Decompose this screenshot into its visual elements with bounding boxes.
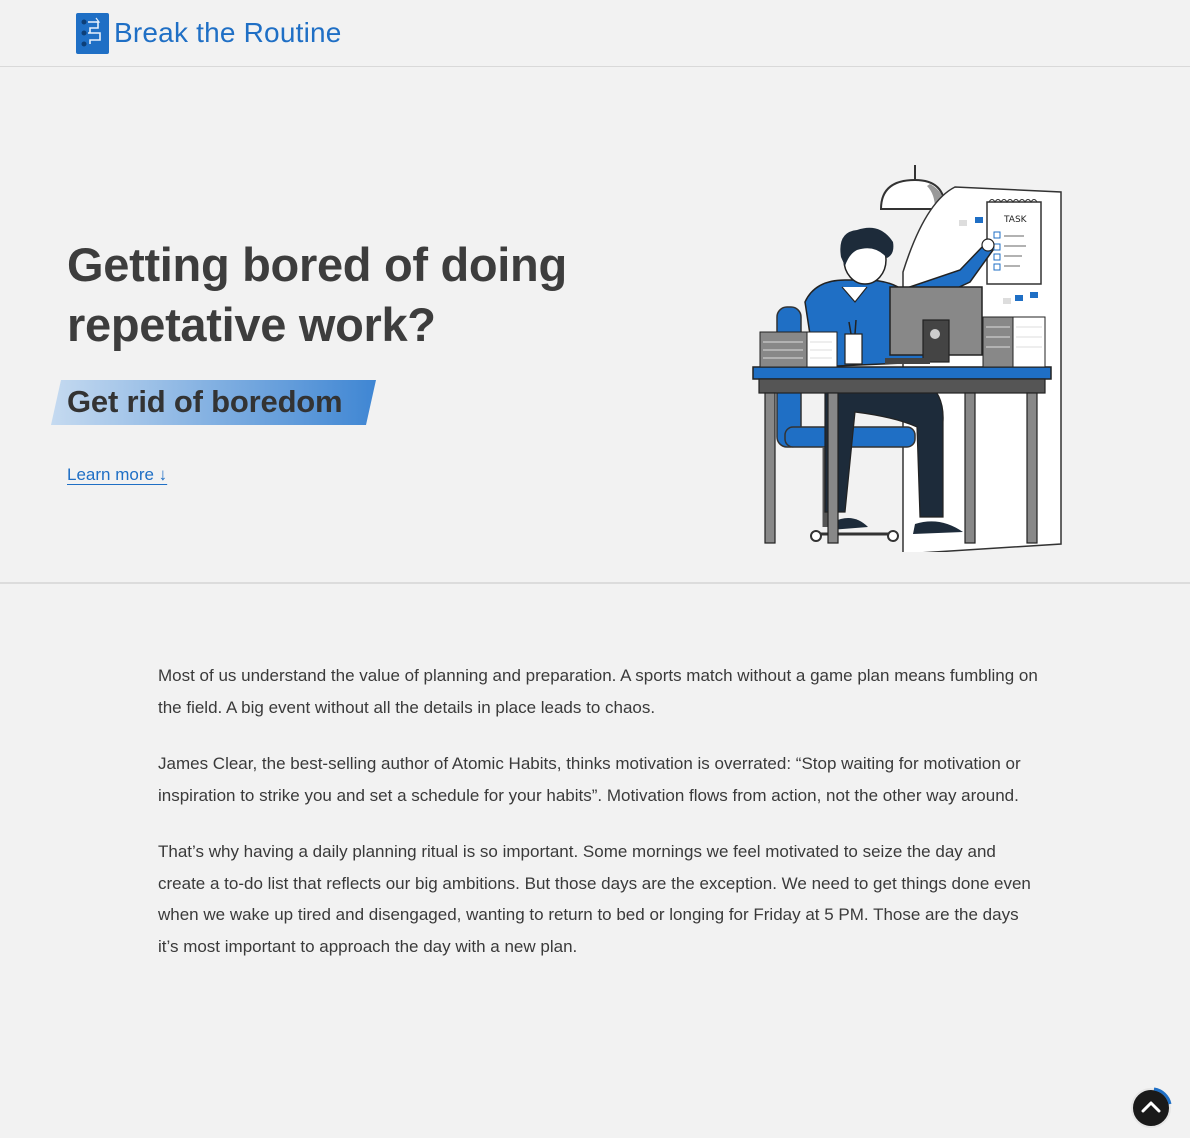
hero-title: Getting bored of doing repetative work? [67, 238, 567, 351]
article-paragraph: That’s why having a daily planning ritua… [158, 842, 1031, 956]
person-at-desk-illustration: TASK [752, 165, 1062, 552]
article-body: Most of us understand the value of plann… [158, 660, 1038, 987]
task-board-title: TASK [1003, 215, 1028, 225]
learn-more-link[interactable]: Learn more ↓ [67, 465, 167, 485]
tagline-text: Get rid of boredom [67, 384, 343, 419]
article-paragraph: James Clear, the best-selling author of … [158, 754, 1021, 805]
brand-name[interactable]: Break the Routine [114, 17, 342, 49]
tagline-banner: Get rid of boredom [51, 380, 376, 425]
scroll-to-top-button[interactable] [1130, 1087, 1172, 1129]
hero-section: Getting bored of doing repetative work? … [0, 67, 1190, 584]
flowchart-icon[interactable] [76, 12, 109, 54]
site-header: Break the Routine [0, 0, 1190, 67]
article-paragraph: Most of us understand the value of plann… [158, 666, 1038, 717]
